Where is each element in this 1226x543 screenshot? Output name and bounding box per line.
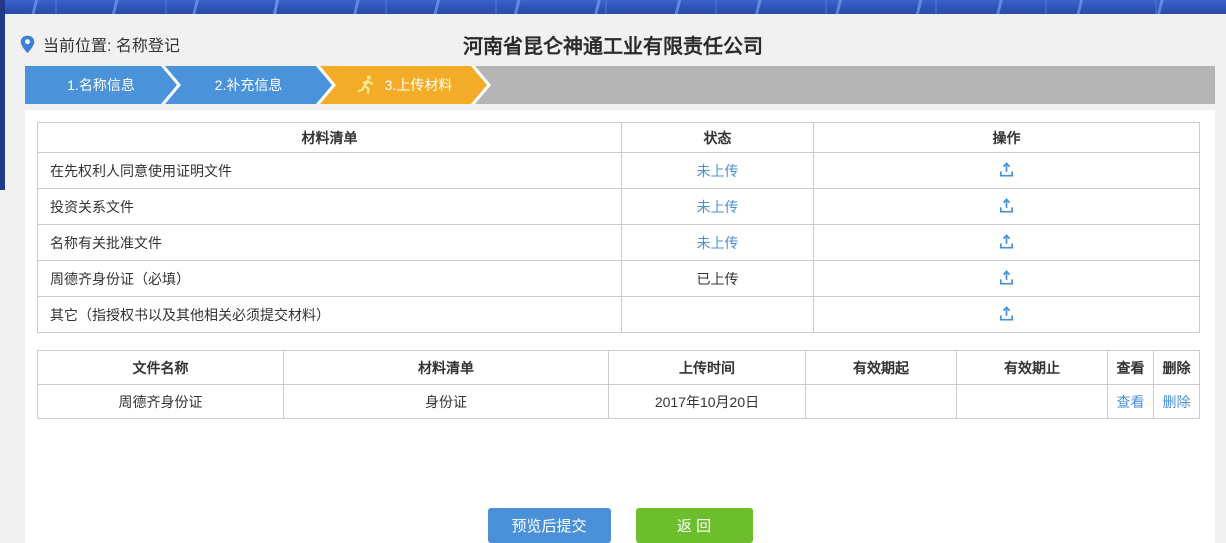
page-title: 河南省昆仑神通工业有限责任公司	[0, 30, 1226, 59]
content-panel: 材料清单 状态 操作 在先权利人同意使用证明文件 未上传 投资关系文件 未上传 …	[25, 110, 1215, 543]
material-name: 名称有关批准文件	[38, 225, 622, 261]
view-link[interactable]: 查看	[1117, 394, 1145, 410]
action-buttons: 预览后提交 返 回	[25, 508, 1215, 543]
page-header: 河南省昆仑神通工业有限责任公司 当前位置: 名称登记 1.名称信息 2.补充信息	[0, 14, 1226, 110]
status-link[interactable]: 未上传	[697, 235, 739, 251]
status-text: 已上传	[697, 271, 739, 287]
table-row: 投资关系文件 未上传	[38, 189, 1200, 225]
breadcrumb: 当前位置: 名称登记	[20, 32, 180, 56]
runner-icon	[355, 74, 377, 96]
materials-header-row: 材料清单 状态 操作	[38, 123, 1200, 153]
upload-icon[interactable]	[997, 268, 1016, 287]
col-material-list: 材料清单	[284, 351, 609, 385]
table-row: 在先权利人同意使用证明文件 未上传	[38, 153, 1200, 189]
col-upload-time: 上传时间	[609, 351, 806, 385]
file-material: 身份证	[284, 385, 609, 419]
table-row: 周德齐身份证 身份证 2017年10月20日 查看 删除	[38, 385, 1200, 419]
col-valid-to: 有效期止	[957, 351, 1108, 385]
breadcrumb-label: 当前位置: 名称登记	[43, 32, 180, 56]
file-valid-to	[957, 385, 1108, 419]
col-action: 操作	[814, 123, 1200, 153]
file-name: 周德齐身份证	[38, 385, 284, 419]
materials-table: 材料清单 状态 操作 在先权利人同意使用证明文件 未上传 投资关系文件 未上传 …	[37, 122, 1200, 333]
step-name-info[interactable]: 1.名称信息	[25, 66, 177, 104]
file-valid-from	[806, 385, 957, 419]
step-label: 1.名称信息	[67, 75, 135, 95]
upload-icon[interactable]	[997, 232, 1016, 251]
location-pin-icon	[20, 35, 35, 54]
col-valid-from: 有效期起	[806, 351, 957, 385]
col-material-list: 材料清单	[38, 123, 622, 153]
material-name: 投资关系文件	[38, 189, 622, 225]
file-upload-date: 2017年10月20日	[609, 385, 806, 419]
delete-link[interactable]: 删除	[1163, 394, 1191, 410]
step-wizard: 1.名称信息 2.补充信息 3.上传材料	[25, 66, 1215, 104]
upload-icon[interactable]	[997, 304, 1016, 323]
uploaded-files-table: 文件名称 材料清单 上传时间 有效期起 有效期止 查看 删除 周德齐身份证 身份…	[37, 350, 1200, 419]
table-row: 其它（指授权书以及其他相关必须提交材料）	[38, 297, 1200, 333]
table-row: 名称有关批准文件 未上传	[38, 225, 1200, 261]
step-supplement-info[interactable]: 2.补充信息	[165, 66, 332, 104]
table-row: 周德齐身份证（必填） 已上传	[38, 261, 1200, 297]
status-link[interactable]: 未上传	[697, 163, 739, 179]
col-delete: 删除	[1154, 351, 1200, 385]
col-status: 状态	[622, 123, 814, 153]
step-label: 2.补充信息	[215, 75, 283, 95]
back-button[interactable]: 返 回	[636, 508, 753, 543]
material-name: 在先权利人同意使用证明文件	[38, 153, 622, 189]
step-label: 3.上传材料	[385, 75, 453, 95]
top-banner	[0, 0, 1226, 14]
material-name: 其它（指授权书以及其他相关必须提交材料）	[38, 297, 622, 333]
files-header-row: 文件名称 材料清单 上传时间 有效期起 有效期止 查看 删除	[38, 351, 1200, 385]
col-file-name: 文件名称	[38, 351, 284, 385]
status-link[interactable]: 未上传	[697, 199, 739, 215]
upload-icon[interactable]	[997, 196, 1016, 215]
upload-icon[interactable]	[997, 160, 1016, 179]
step-bar-remainder	[475, 66, 1215, 104]
material-name: 周德齐身份证（必填）	[38, 261, 622, 297]
col-view: 查看	[1108, 351, 1154, 385]
step-upload-materials[interactable]: 3.上传材料	[320, 66, 487, 104]
preview-submit-button[interactable]: 预览后提交	[488, 508, 611, 543]
